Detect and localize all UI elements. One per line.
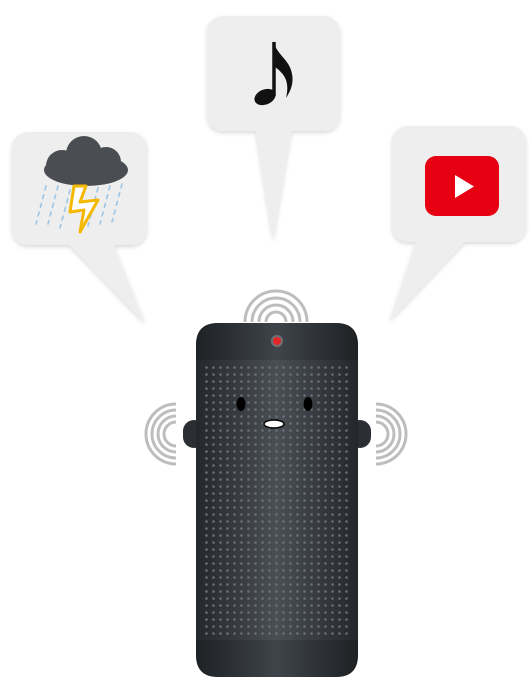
right-sound-wave-icon	[375, 402, 408, 466]
top-sound-wave-icon	[243, 289, 309, 323]
left-eye	[236, 397, 246, 411]
play-button-icon	[425, 156, 499, 216]
smart-speaker	[196, 323, 358, 677]
right-eye	[303, 397, 313, 411]
smart-speaker-illustration	[12, 16, 526, 677]
left-sound-wave-icon	[144, 402, 177, 466]
video-speech-bubble	[390, 126, 526, 320]
speaker-grille	[204, 362, 350, 638]
mouth	[263, 419, 285, 429]
illustration-canvas	[0, 0, 529, 677]
